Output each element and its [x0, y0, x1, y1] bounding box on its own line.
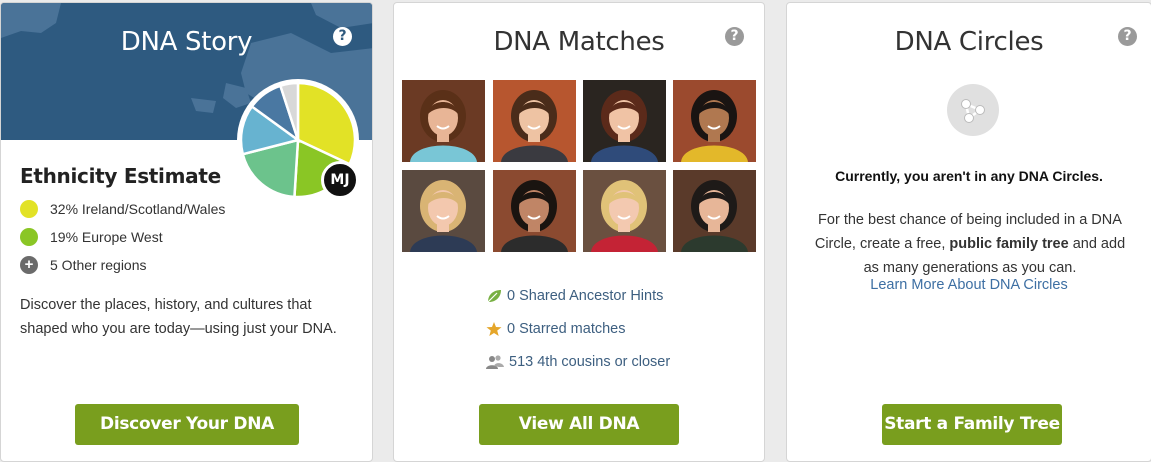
region-label: 5 Other regions: [50, 257, 147, 273]
stat-label: 513 4th cousins or closer: [509, 354, 671, 370]
dna-circles-card: DNA Circles ? Currently, you aren't in a…: [786, 2, 1151, 462]
user-avatar[interactable]: MJ: [321, 161, 359, 199]
story-description: Discover the places, history, and cultur…: [20, 297, 337, 337]
green-dot-icon: [20, 228, 38, 246]
help-icon[interactable]: ?: [1118, 27, 1137, 46]
stat-label: 0 Starred matches: [507, 321, 626, 337]
star-icon: [486, 322, 502, 336]
starred-matches-link[interactable]: 0 Starred matches: [486, 319, 625, 339]
stat-label: 0 Shared Ancestor Hints: [507, 288, 664, 304]
card-title: DNA Story: [120, 27, 253, 57]
card-title: DNA Matches: [493, 27, 665, 57]
circles-status: Currently, you aren't in any DNA Circles…: [835, 168, 1103, 184]
other-regions-row[interactable]: + 5 Other regions: [20, 255, 147, 275]
dna-story-card: DNA Story ? MJ Ethnicity Estimate 32% Ir…: [0, 2, 373, 462]
cousins-link[interactable]: 513 4th cousins or closer: [486, 352, 670, 372]
region-label: 32% Ireland/Scotland/Wales: [50, 201, 226, 217]
dna-circles-icon: [947, 84, 999, 136]
match-photo[interactable]: [493, 80, 576, 162]
plus-icon: +: [20, 256, 38, 274]
match-photo[interactable]: [673, 80, 756, 162]
circles-description: For the best chance of being included in…: [809, 208, 1131, 280]
region-row[interactable]: 32% Ireland/Scotland/Wales: [20, 199, 225, 219]
region-row[interactable]: 19% Europe West: [20, 227, 163, 247]
match-photo[interactable]: [402, 80, 485, 162]
dna-matches-card: DNA Matches ? 0 Shared Ancestor Hints 0 …: [393, 2, 765, 462]
match-photo[interactable]: [583, 80, 666, 162]
shared-ancestor-hints-link[interactable]: 0 Shared Ancestor Hints: [486, 286, 663, 306]
discover-dna-story-button[interactable]: Discover Your DNA Story: [75, 404, 299, 461]
match-photo[interactable]: [402, 170, 485, 252]
leaf-icon: [487, 290, 501, 303]
help-icon[interactable]: ?: [725, 27, 744, 46]
start-family-tree-button[interactable]: Start a Family Tree: [882, 404, 1062, 445]
public-tree-emphasis: public family tree: [949, 236, 1069, 252]
match-photo[interactable]: [583, 170, 666, 252]
people-icon: [486, 355, 504, 369]
region-label: 19% Europe West: [50, 229, 163, 245]
yellow-dot-icon: [20, 200, 38, 218]
ethnicity-title: Ethnicity Estimate: [20, 164, 221, 188]
help-icon[interactable]: ?: [333, 27, 352, 46]
match-photo[interactable]: [673, 170, 756, 252]
learn-more-link[interactable]: Learn More About DNA Circles: [787, 277, 1151, 293]
match-photo[interactable]: [493, 170, 576, 252]
card-title: DNA Circles: [894, 27, 1044, 57]
view-all-dna-matches-button[interactable]: View All DNA Matches: [479, 404, 679, 461]
